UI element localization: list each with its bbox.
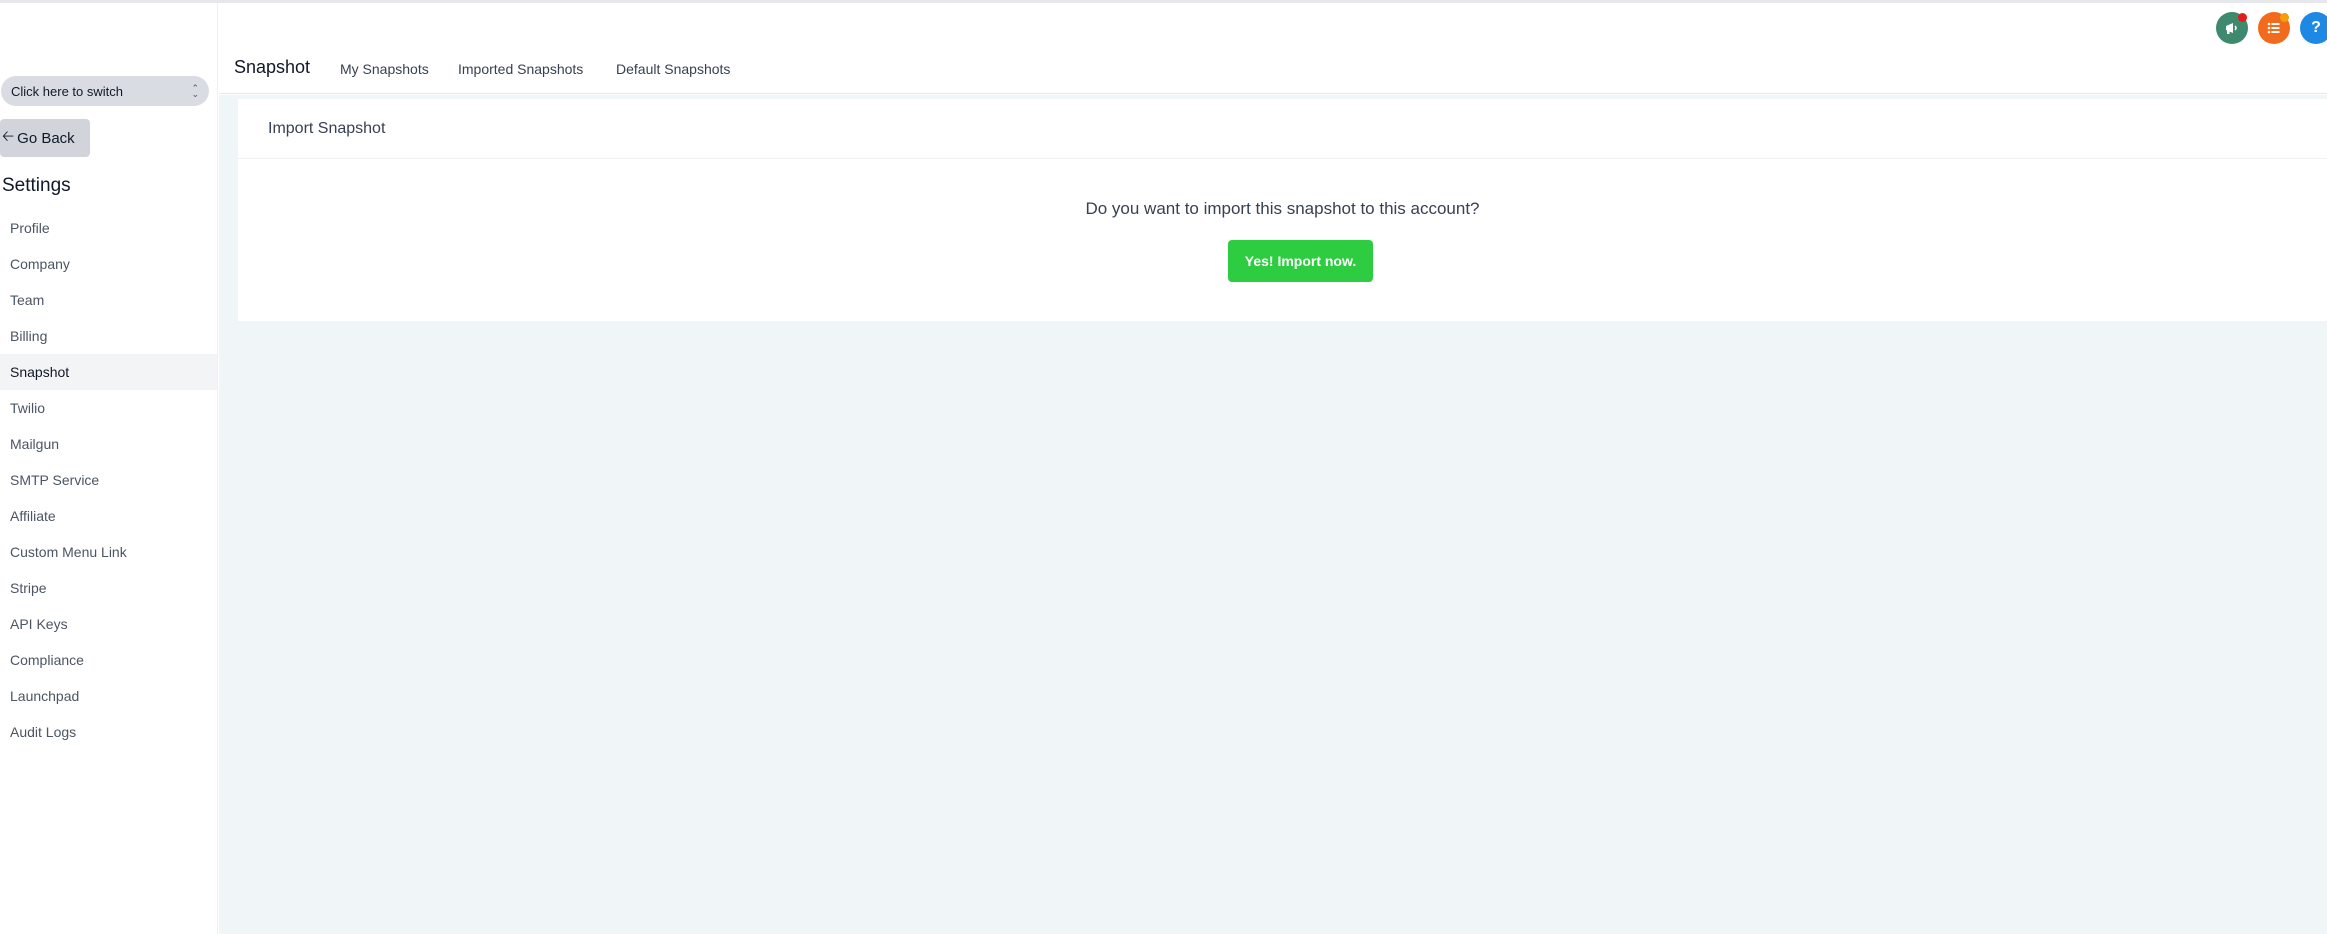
sidebar-item-stripe[interactable]: Stripe <box>0 570 217 606</box>
sidebar-item-team[interactable]: Team <box>0 282 217 318</box>
list-icon[interactable] <box>2258 12 2290 44</box>
page-title: Snapshot <box>234 57 311 77</box>
account-switcher-label: Click here to switch <box>11 83 123 99</box>
sidebar-item-company[interactable]: Company <box>0 246 217 282</box>
settings-menu: Profile Company Team Billing Snapshot Tw… <box>0 210 217 750</box>
top-header: Snapshot My Snapshots Imported Snapshots… <box>219 3 2327 94</box>
sidebar-item-twilio[interactable]: Twilio <box>0 390 217 426</box>
chevron-updown-icon: ⌃ ⌄ <box>191 83 199 99</box>
sidebar-item-billing[interactable]: Billing <box>0 318 217 354</box>
notification-dot <box>2280 13 2289 22</box>
help-icon[interactable]: ? <box>2300 12 2327 44</box>
notification-dot <box>2238 13 2247 22</box>
card-title: Import Snapshot <box>238 99 2327 159</box>
megaphone-icon[interactable] <box>2216 12 2248 44</box>
sidebar-item-custom-menu-link[interactable]: Custom Menu Link <box>0 534 217 570</box>
sidebar-item-affiliate[interactable]: Affiliate <box>0 498 217 534</box>
account-switcher[interactable]: Click here to switch ⌃ ⌄ <box>1 76 209 106</box>
megaphone-glyph <box>2226 23 2237 34</box>
sidebar-item-api-keys[interactable]: API Keys <box>0 606 217 642</box>
import-snapshot-card: Import Snapshot Do you want to import th… <box>238 99 2327 321</box>
sidebar-item-mailgun[interactable]: Mailgun <box>0 426 217 462</box>
sidebar-item-smtp-service[interactable]: SMTP Service <box>0 462 217 498</box>
sidebar-item-profile[interactable]: Profile <box>0 210 217 246</box>
sidebar-item-compliance[interactable]: Compliance <box>0 642 217 678</box>
sidebar-item-snapshot[interactable]: Snapshot <box>0 354 217 390</box>
arrow-left-icon: 🡠 <box>2 127 15 145</box>
settings-heading: Settings <box>2 175 71 196</box>
tab-my-snapshots[interactable]: My Snapshots <box>340 61 429 77</box>
import-now-button[interactable]: Yes! Import now. <box>1228 240 1373 282</box>
help-glyph: ? <box>2311 19 2321 36</box>
header-actions: ? <box>2216 12 2327 44</box>
import-question: Do you want to import this snapshot to t… <box>1085 199 1480 218</box>
tab-default-snapshots[interactable]: Default Snapshots <box>616 61 730 77</box>
go-back-label: Go Back <box>17 129 75 147</box>
tab-imported-snapshots[interactable]: Imported Snapshots <box>458 61 583 77</box>
list-glyph <box>2267 22 2280 34</box>
sidebar-item-audit-logs[interactable]: Audit Logs <box>0 714 217 750</box>
sidebar: Click here to switch ⌃ ⌄ 🡠 Go Back Settin… <box>0 3 218 934</box>
go-back-button[interactable]: 🡠 Go Back <box>0 119 90 157</box>
sidebar-item-launchpad[interactable]: Launchpad <box>0 678 217 714</box>
